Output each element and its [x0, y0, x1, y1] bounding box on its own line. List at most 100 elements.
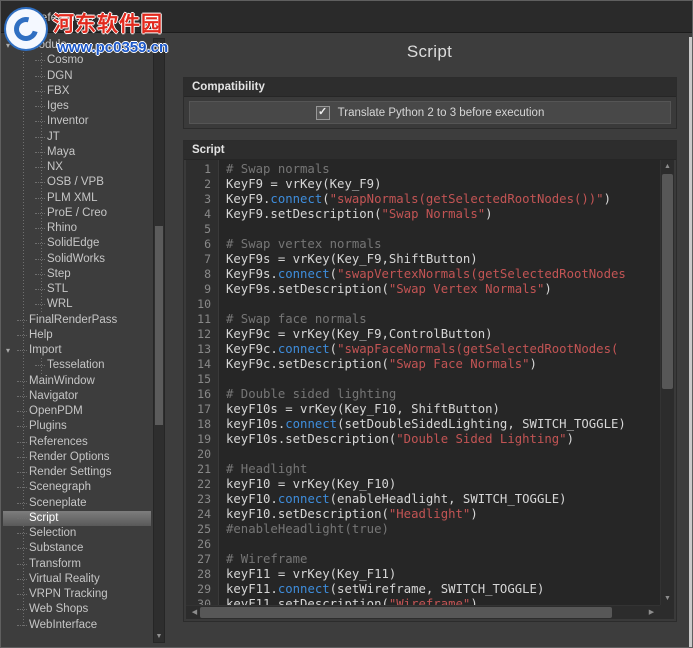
- sidebar-item-proe-creo[interactable]: ProE / Creo: [3, 206, 151, 221]
- line-number: 4: [186, 207, 218, 222]
- code-line: KeyF9c = vrKey(Key_F9,ControlButton): [226, 327, 660, 342]
- sidebar-item-plm-xml[interactable]: PLM XML: [3, 191, 151, 206]
- sidebar-item-label: References: [29, 436, 88, 448]
- editor-vertical-scrollbar[interactable]: ▲ ▼: [660, 160, 674, 605]
- tree-expander-icon[interactable]: ▾: [6, 343, 10, 358]
- sidebar-item-fbx[interactable]: FBX: [3, 84, 151, 99]
- sidebar-item-solidedge[interactable]: SolidEdge: [3, 236, 151, 251]
- sidebar-item-nx[interactable]: NX: [3, 160, 151, 175]
- scroll-right-icon[interactable]: ▶: [645, 606, 658, 619]
- sidebar-scrollbar[interactable]: ▲ ▼: [153, 38, 165, 643]
- scroll-up-icon[interactable]: ▲: [661, 160, 674, 173]
- sidebar-item-label: STL: [47, 283, 68, 295]
- sidebar-item-step[interactable]: Step: [3, 267, 151, 282]
- checkmark-icon: ✓: [318, 107, 327, 118]
- code-line: keyF10s.connect(setDoubleSidedLighting, …: [226, 417, 660, 432]
- horizontal-scrollbar-thumb[interactable]: [200, 607, 612, 618]
- sidebar-item-label: FinalRenderPass: [29, 314, 117, 326]
- sidebar-item-label: Rhino: [47, 222, 77, 234]
- sidebar-item-mainwindow[interactable]: MainWindow: [3, 374, 151, 389]
- code-line: keyF11.setDescription("Wireframe"): [226, 597, 660, 605]
- sidebar-tree: ▾ModuleCosmoDGNFBXIgesInventorJTMayaNXOS…: [3, 38, 151, 631]
- line-number: 13: [186, 342, 218, 357]
- sidebar-item-finalrenderpass[interactable]: FinalRenderPass: [3, 313, 151, 328]
- sidebar-item-iges[interactable]: Iges: [3, 99, 151, 114]
- sidebar-item-virtual-reality[interactable]: Virtual Reality: [3, 572, 151, 587]
- code-line: [226, 222, 660, 237]
- sidebar-item-transform[interactable]: Transform: [3, 557, 151, 572]
- code-line: keyF11.connect(setWireframe, SWITCH_TOGG…: [226, 582, 660, 597]
- code-line: # Headlight: [226, 462, 660, 477]
- sidebar-item-openpdm[interactable]: OpenPDM: [3, 404, 151, 419]
- sidebar-item-maya[interactable]: Maya: [3, 145, 151, 160]
- sidebar-item-import[interactable]: ▾Import: [3, 343, 151, 358]
- line-number: 29: [186, 582, 218, 597]
- code-line: [226, 537, 660, 552]
- editor-horizontal-scrollbar[interactable]: ◀ ▶: [186, 605, 660, 619]
- code-line: keyF10 = vrKey(Key_F10): [226, 477, 660, 492]
- sidebar-item-render-options[interactable]: Render Options: [3, 450, 151, 465]
- code-line: keyF11 = vrKey(Key_F11): [226, 567, 660, 582]
- sidebar-item-label: Virtual Reality: [29, 573, 100, 585]
- code-line: KeyF9s = vrKey(Key_F9,ShiftButton): [226, 252, 660, 267]
- sidebar-scrollbar-thumb[interactable]: [155, 226, 163, 425]
- compatibility-group: Compatibility ✓ Translate Python 2 to 3 …: [183, 77, 677, 129]
- sidebar-item-web-shops[interactable]: Web Shops: [3, 602, 151, 617]
- sidebar-item-wrl[interactable]: WRL: [3, 297, 151, 312]
- sidebar-item-label: Iges: [47, 100, 69, 112]
- sidebar-item-jt[interactable]: JT: [3, 130, 151, 145]
- code-line: #enableHeadlight(true): [226, 522, 660, 537]
- sidebar-item-render-settings[interactable]: Render Settings: [3, 465, 151, 480]
- sidebar-item-script[interactable]: Script: [3, 511, 151, 526]
- sidebar-item-tesselation[interactable]: Tesselation: [3, 358, 151, 373]
- sidebar-item-substance[interactable]: Substance: [3, 541, 151, 556]
- line-number: 8: [186, 267, 218, 282]
- code-line: [226, 447, 660, 462]
- sidebar-item-solidworks[interactable]: SolidWorks: [3, 252, 151, 267]
- sidebar-item-osb-vpb[interactable]: OSB / VPB: [3, 175, 151, 190]
- page-title: Script: [181, 42, 678, 68]
- sidebar-item-navigator[interactable]: Navigator: [3, 389, 151, 404]
- code-line: KeyF9s.connect("swapVertexNormals(getSel…: [226, 267, 660, 282]
- sidebar-item-inventor[interactable]: Inventor: [3, 114, 151, 129]
- sidebar-item-vrpn-tracking[interactable]: VRPN Tracking: [3, 587, 151, 602]
- sidebar-item-selection[interactable]: Selection: [3, 526, 151, 541]
- sidebar-item-stl[interactable]: STL: [3, 282, 151, 297]
- line-number: 9: [186, 282, 218, 297]
- watermark-logo-icon: [4, 7, 48, 51]
- sidebar-item-label: PLM XML: [47, 192, 98, 204]
- sidebar-item-scenegraph[interactable]: Scenegraph: [3, 480, 151, 495]
- line-number: 12: [186, 327, 218, 342]
- sidebar-item-label: Scenegraph: [29, 481, 91, 493]
- code-area[interactable]: # Swap normalsKeyF9 = vrKey(Key_F9)KeyF9…: [220, 160, 660, 605]
- line-number: 7: [186, 252, 218, 267]
- sidebar-item-label: Render Options: [29, 451, 110, 463]
- sidebar-item-plugins[interactable]: Plugins: [3, 419, 151, 434]
- sidebar-item-webinterface[interactable]: WebInterface: [3, 618, 151, 632]
- sidebar-item-sceneplate[interactable]: Sceneplate: [3, 496, 151, 511]
- sidebar-item-help[interactable]: Help: [3, 328, 151, 343]
- line-number: 28: [186, 567, 218, 582]
- line-number: 16: [186, 387, 218, 402]
- code-line: keyF10.connect(enableHeadlight, SWITCH_T…: [226, 492, 660, 507]
- line-number: 27: [186, 552, 218, 567]
- sidebar-item-label: MainWindow: [29, 375, 95, 387]
- line-number: 6: [186, 237, 218, 252]
- sidebar-item-label: Inventor: [47, 115, 89, 127]
- watermark-url: www.pc0359.cn: [57, 39, 168, 56]
- scroll-down-icon[interactable]: ▼: [661, 592, 674, 605]
- line-number: 5: [186, 222, 218, 237]
- translate-python-checkbox[interactable]: ✓: [316, 106, 330, 120]
- sidebar-item-references[interactable]: References: [3, 435, 151, 450]
- sidebar-item-label: WebInterface: [29, 619, 97, 631]
- watermark: 河东软件园 www.pc0359.cn: [4, 7, 168, 56]
- sidebar-item-rhino[interactable]: Rhino: [3, 221, 151, 236]
- line-number: 26: [186, 537, 218, 552]
- scroll-down-icon[interactable]: ▼: [154, 631, 164, 642]
- sidebar-item-dgn[interactable]: DGN: [3, 69, 151, 84]
- vertical-scrollbar-thumb[interactable]: [662, 174, 673, 389]
- code-line: keyF10.setDescription("Headlight"): [226, 507, 660, 522]
- sidebar-item-label: FBX: [47, 85, 69, 97]
- translate-python-row[interactable]: ✓ Translate Python 2 to 3 before executi…: [189, 101, 671, 124]
- code-line: KeyF9c.setDescription("Swap Face Normals…: [226, 357, 660, 372]
